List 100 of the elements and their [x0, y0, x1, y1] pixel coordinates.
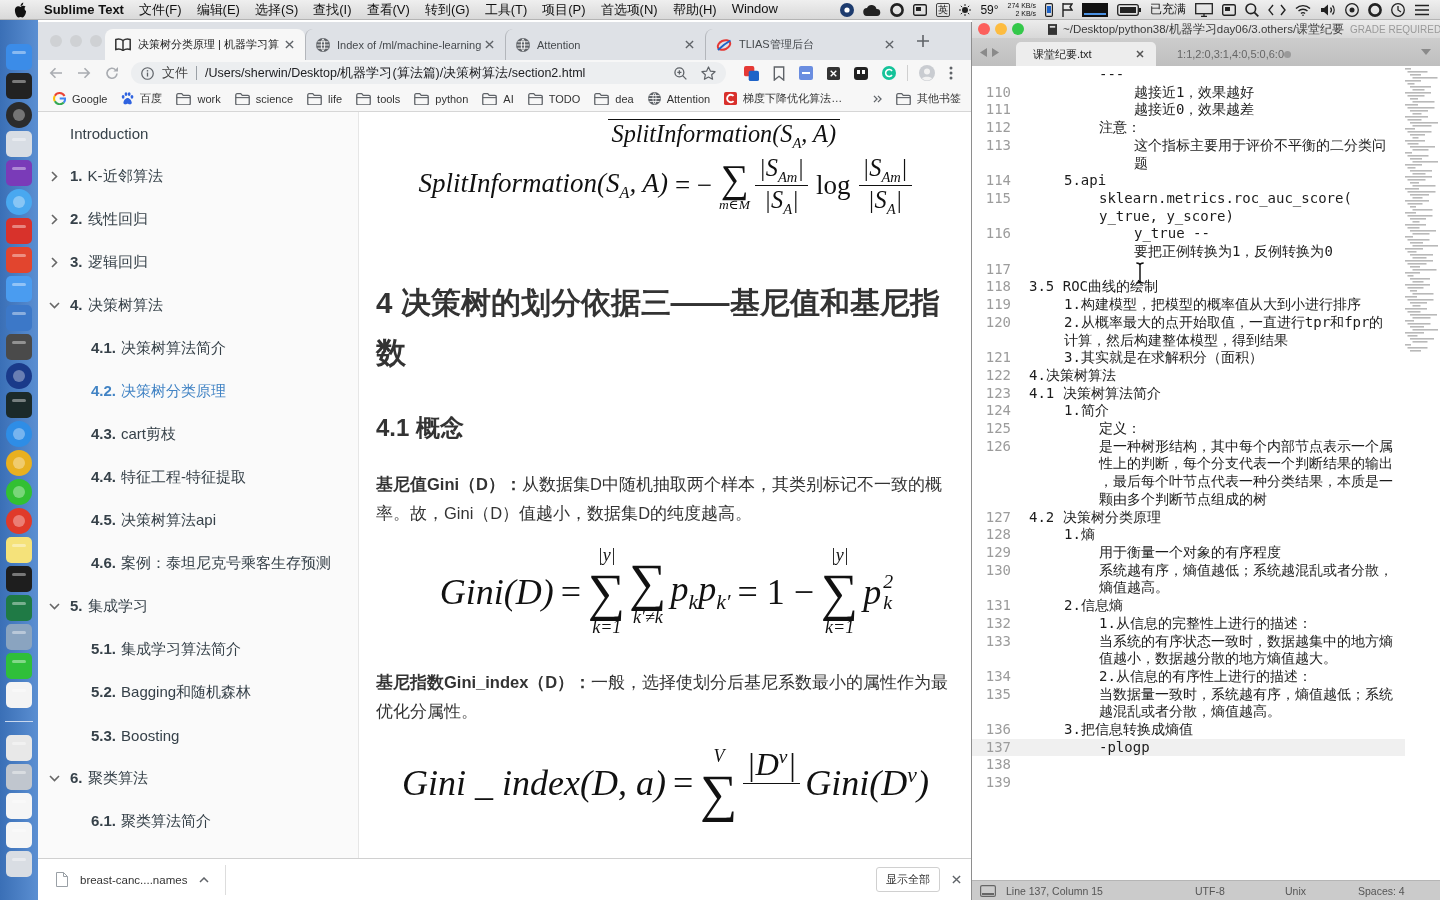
cloud-icon[interactable]: [863, 3, 882, 16]
bookmark-link[interactable]: Google: [53, 92, 108, 105]
close-tab-icon[interactable]: [285, 40, 294, 49]
sidebar-link[interactable]: 5.2. Bagging和随机森林: [91, 683, 252, 702]
bookmark-link[interactable]: dea: [594, 92, 634, 105]
zoom-icon[interactable]: [674, 66, 687, 80]
sidebar-link[interactable]: 4.1. 决策树算法简介: [91, 339, 227, 358]
app-icon[interactable]: [6, 595, 32, 621]
bookmark-link[interactable]: work: [176, 92, 221, 105]
chevron-right-icon[interactable]: [50, 257, 58, 268]
app-icon[interactable]: [6, 160, 32, 186]
flag-icon[interactable]: [1062, 2, 1073, 17]
star-icon[interactable]: [701, 66, 716, 80]
sidebar-link[interactable]: 5. 集成学习: [70, 597, 148, 616]
info-icon[interactable]: [141, 66, 154, 80]
bookmark-link[interactable]: 其他书签: [896, 91, 961, 106]
right-arrow-icon[interactable]: [992, 47, 999, 57]
chevron-right-icon[interactable]: [50, 171, 58, 182]
app-icon[interactable]: [6, 653, 32, 679]
sun-icon[interactable]: [959, 3, 972, 16]
sidebar-link[interactable]: 6.1. 聚类算法简介: [91, 812, 212, 831]
search-icon[interactable]: [1245, 2, 1259, 17]
sidebar-link[interactable]: Introduction: [70, 125, 149, 142]
caret-up-icon[interactable]: [199, 876, 210, 883]
sidebar-link[interactable]: 1. K-近邻算法: [70, 167, 163, 186]
bookmark-link[interactable]: TODO: [527, 92, 581, 105]
close-icon[interactable]: [952, 875, 961, 884]
reload-icon[interactable]: [105, 66, 119, 80]
chevron-down-icon[interactable]: [48, 302, 60, 309]
menu-item[interactable]: 选择(S): [254, 0, 299, 19]
bookmark-link[interactable]: life: [307, 92, 343, 105]
x-square-icon[interactable]: [827, 66, 840, 80]
show-all-button[interactable]: 显示全部: [876, 867, 940, 892]
app-icon[interactable]: [6, 421, 32, 447]
bookmark-link[interactable]: tools: [356, 92, 401, 105]
bookmark-icon[interactable]: [773, 65, 785, 81]
square-icon[interactable]: [799, 66, 813, 80]
apple-icon[interactable]: [14, 1, 27, 18]
forward-icon[interactable]: [77, 67, 91, 79]
chevron-down-icon[interactable]: [48, 603, 60, 610]
window-icon[interactable]: [854, 66, 868, 80]
bookmark-link[interactable]: 百度: [121, 91, 163, 106]
app-icon[interactable]: [6, 822, 32, 848]
sidebar-link[interactable]: 5.1. 集成学习算法简介: [91, 640, 242, 659]
app-icon[interactable]: [6, 764, 32, 790]
menu-item[interactable]: 工具(T): [484, 0, 528, 19]
overlapping-squares-icon[interactable]: [744, 65, 759, 81]
window-icon[interactable]: [1222, 3, 1236, 16]
address-bar[interactable]: 文件 /Users/sherwin/Desktop/机器学习(算法篇)/决策树算法/section2.html: [131, 62, 726, 84]
app-icon[interactable]: [6, 73, 32, 99]
more-menu-icon[interactable]: [949, 66, 953, 80]
menu-item[interactable]: 编辑(E): [196, 0, 240, 19]
input-method-indicator[interactable]: 英: [936, 2, 951, 17]
chevron-right-icon[interactable]: [50, 214, 58, 225]
sidebar-link[interactable]: 2. 线性回归: [70, 210, 148, 229]
circle-arc-icon[interactable]: [882, 66, 896, 80]
chevron-down-icon[interactable]: [48, 775, 60, 782]
target-icon[interactable]: [1345, 2, 1359, 17]
bookmark-link[interactable]: science: [234, 92, 293, 105]
app-icon[interactable]: [6, 189, 32, 215]
bookmark-link[interactable]: AI: [482, 92, 514, 105]
menu-item[interactable]: 帮助(H): [672, 0, 717, 19]
app-icon[interactable]: [6, 131, 32, 157]
unsaved-dot-icon[interactable]: [1284, 50, 1292, 58]
browser-tab[interactable]: 决策树分类原理 | 机器学习算: [105, 29, 305, 60]
code-icon[interactable]: [1268, 3, 1286, 16]
app-icon[interactable]: [6, 102, 32, 128]
phone-icon[interactable]: [1045, 2, 1053, 17]
app-icon[interactable]: [6, 566, 32, 592]
line-endings-button[interactable]: Unix: [1285, 884, 1352, 897]
sidebar-link[interactable]: 4.4. 特征工程-特征提取: [91, 468, 247, 487]
clock-icon[interactable]: [1391, 2, 1405, 17]
list-icon[interactable]: [1414, 3, 1430, 16]
editor-tab[interactable]: 课堂纪要.txt: [1016, 42, 1156, 66]
download-file-name[interactable]: breast-canc....names: [80, 873, 188, 886]
scheme-label[interactable]: 文件: [162, 64, 188, 82]
back-icon[interactable]: [49, 67, 63, 79]
app-icon[interactable]: [6, 363, 32, 389]
bookmark-link[interactable]: python: [414, 92, 469, 105]
sidebar-link[interactable]: 3. 逻辑回归: [70, 253, 148, 272]
volume-icon[interactable]: [1320, 3, 1336, 16]
more-bookmarks-icon[interactable]: [873, 94, 882, 103]
ring-icon[interactable]: [890, 2, 905, 17]
app-icon[interactable]: [6, 735, 32, 761]
battery-icon[interactable]: [1117, 3, 1141, 16]
menu-item[interactable]: 查找(I): [313, 0, 352, 19]
close-tab-icon[interactable]: [885, 40, 894, 49]
close-tab-icon[interactable]: [485, 40, 494, 49]
app-icon[interactable]: [6, 392, 32, 418]
app-icon[interactable]: [6, 334, 32, 360]
sidebar-link[interactable]: 4.2. 决策树分类原理: [91, 382, 227, 401]
sidebar-link[interactable]: 6. 聚类算法: [70, 769, 148, 788]
url-text[interactable]: /Users/sherwin/Desktop/机器学习(算法篇)/决策树算法/section2.html: [205, 64, 666, 82]
menu-item[interactable]: 首选项(N): [600, 0, 658, 19]
app-menu[interactable]: Sublime Text: [44, 2, 124, 17]
app-icon[interactable]: [6, 479, 32, 505]
ring-icon[interactable]: [1368, 2, 1382, 17]
sidebar-link[interactable]: 4.3. cart剪枝: [91, 425, 177, 444]
app-icon[interactable]: [6, 537, 32, 563]
close-tab-icon[interactable]: [685, 40, 694, 49]
